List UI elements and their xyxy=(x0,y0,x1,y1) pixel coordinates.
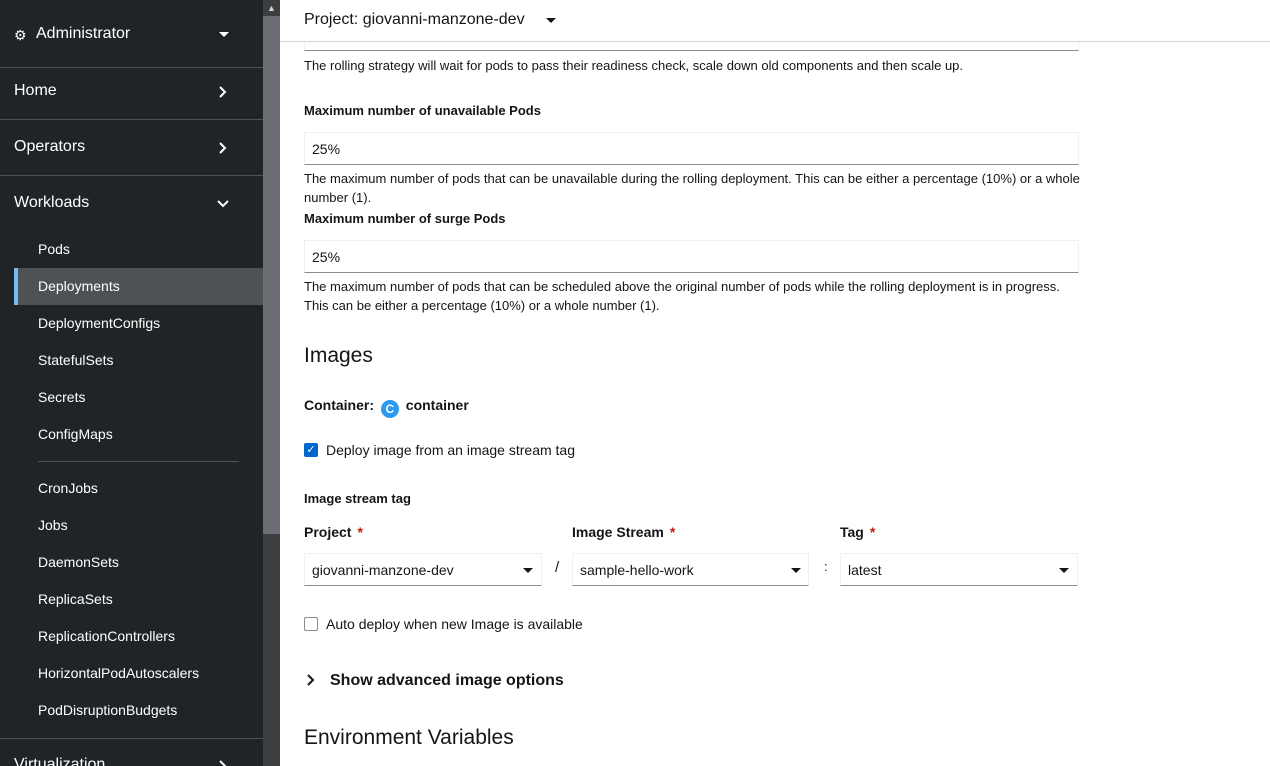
sidebar-item-label: HorizontalPodAutoscalers xyxy=(38,665,200,681)
project-bar: Project: giovanni-manzone-dev xyxy=(280,0,1270,42)
container-badge-icon: C xyxy=(380,400,399,418)
project-selector[interactable]: Project: giovanni-manzone-dev xyxy=(304,11,525,29)
caret-down-icon xyxy=(219,32,229,37)
max-unavailable-label: Maximum number of unavailable Pods xyxy=(304,103,541,118)
sidebar-item-daemonsets[interactable]: DaemonSets xyxy=(14,544,263,581)
tag-select[interactable]: latest xyxy=(840,553,1078,586)
max-surge-label: Maximum number of surge Pods xyxy=(304,211,506,226)
project-select[interactable]: giovanni-manzone-dev xyxy=(304,553,542,586)
tag-separator: : xyxy=(824,559,828,574)
caret-down-icon xyxy=(1059,568,1069,573)
max-surge-input[interactable]: 25% xyxy=(304,240,1079,273)
sidebar-scrollbar[interactable]: ▲ xyxy=(263,0,280,766)
required-marker: * xyxy=(869,524,876,540)
sidebar-nav: ⚙ Administrator Home Operators Workloads… xyxy=(0,0,263,766)
edit-deployment-form: The rolling strategy will wait for pods … xyxy=(280,42,1270,766)
sidebar-item-label: ReplicationControllers xyxy=(38,628,175,644)
sidebar-item-replicationcontrollers[interactable]: ReplicationControllers xyxy=(14,618,263,655)
sidebar-item-label: DeploymentConfigs xyxy=(38,315,161,331)
sidebar-item-label: CronJobs xyxy=(38,480,98,496)
required-marker: * xyxy=(669,524,676,540)
tag-label-text: Tag xyxy=(840,524,864,540)
auto-deploy-label[interactable]: Auto deploy when new Image is available xyxy=(326,616,583,632)
nav-section-label: Virtualization xyxy=(14,756,106,766)
rolling-strategy-help: The rolling strategy will wait for pods … xyxy=(304,58,964,73)
nav-section-label: Operators xyxy=(14,138,86,155)
nav-divider xyxy=(38,461,239,462)
chevron-down-icon xyxy=(217,200,229,208)
sidebar-item-deployments[interactable]: Deployments xyxy=(14,268,263,305)
image-stream-tag-label: Image stream tag xyxy=(304,491,411,506)
chevron-right-icon xyxy=(307,674,315,686)
image-stream-select[interactable]: sample-hello-work xyxy=(572,553,809,586)
tag-field-label: Tag * xyxy=(840,524,875,540)
sidebar-item-label: StatefulSets xyxy=(38,352,114,368)
sidebar-item-horizontalpodautoscalers[interactable]: HorizontalPodAutoscalers xyxy=(14,655,263,692)
chevron-right-icon xyxy=(219,86,227,98)
path-separator: / xyxy=(555,559,560,576)
nav-section-home[interactable]: Home xyxy=(0,64,263,120)
image-stream-select-value: sample-hello-work xyxy=(580,562,694,578)
sidebar-item-label: Secrets xyxy=(38,389,86,405)
tag-select-value: latest xyxy=(848,562,882,578)
sidebar-item-replicasets[interactable]: ReplicaSets xyxy=(14,581,263,618)
sidebar-item-label: DaemonSets xyxy=(38,554,119,570)
scrollbar-thumb[interactable] xyxy=(263,16,280,534)
max-surge-help: The maximum number of pods that can be s… xyxy=(304,279,1060,313)
deploy-from-stream-checkbox[interactable]: ✓ xyxy=(304,443,318,457)
project-label-text: Project xyxy=(304,524,352,540)
deploy-from-stream-label[interactable]: Deploy image from an image stream tag xyxy=(326,442,575,458)
chevron-right-icon xyxy=(219,142,227,154)
sidebar-item-label: PodDisruptionBudgets xyxy=(38,702,178,718)
sidebar-item-pods[interactable]: Pods xyxy=(14,231,263,268)
project-select-value: giovanni-manzone-dev xyxy=(312,562,454,578)
nav-section-label: Home xyxy=(14,82,57,99)
max-unavailable-input[interactable]: 25% xyxy=(304,132,1079,165)
perspective-label: Administrator xyxy=(36,25,131,42)
sidebar-item-label: ReplicaSets xyxy=(38,591,113,607)
nav-section-operators[interactable]: Operators xyxy=(0,120,263,176)
images-section-title: Images xyxy=(304,344,373,367)
advanced-image-options-label: Show advanced image options xyxy=(330,672,564,689)
nav-section-workloads[interactable]: Workloads xyxy=(0,176,263,232)
image-stream-field-label: Image Stream * xyxy=(572,524,675,540)
sidebar-item-poddisruptionbudgets[interactable]: PodDisruptionBudgets xyxy=(14,692,263,729)
caret-down-icon xyxy=(791,568,801,573)
caret-down-icon xyxy=(523,568,533,573)
image-stream-label-text: Image Stream xyxy=(572,524,664,540)
container-heading: Container: C container xyxy=(304,397,469,418)
nav-section-label: Workloads xyxy=(14,194,90,211)
sidebar-item-cronjobs[interactable]: CronJobs xyxy=(14,470,263,507)
nav-section-virtualization[interactable]: Virtualization xyxy=(0,738,263,766)
required-marker: * xyxy=(357,524,363,540)
chevron-right-icon xyxy=(219,760,227,766)
perspective-switcher[interactable]: ⚙ Administrator xyxy=(0,0,263,68)
container-label: Container: xyxy=(304,397,374,413)
caret-down-icon[interactable] xyxy=(546,18,556,23)
advanced-image-options-toggle[interactable]: Show advanced image options xyxy=(304,670,604,692)
sidebar-item-deploymentconfigs[interactable]: DeploymentConfigs xyxy=(14,305,263,342)
environment-variables-title: Environment Variables xyxy=(304,726,514,749)
cogs-icon: ⚙ xyxy=(14,27,27,43)
strategy-type-select[interactable] xyxy=(304,42,1079,51)
scroll-up-arrow-icon[interactable]: ▲ xyxy=(263,0,280,16)
project-field-label: Project * xyxy=(304,524,363,540)
container-name: container xyxy=(405,397,469,413)
sidebar-item-label: Deployments xyxy=(38,278,120,294)
sidebar-item-secrets[interactable]: Secrets xyxy=(14,379,263,416)
sidebar-item-label: Jobs xyxy=(38,517,68,533)
sidebar-item-label: ConfigMaps xyxy=(38,426,113,442)
sidebar-item-statefulsets[interactable]: StatefulSets xyxy=(14,342,263,379)
sidebar-item-label: Pods xyxy=(38,241,70,257)
sidebar-item-configmaps[interactable]: ConfigMaps xyxy=(14,416,263,453)
auto-deploy-checkbox[interactable] xyxy=(304,617,318,631)
max-unavailable-help: The maximum number of pods that can be u… xyxy=(304,171,1080,205)
sidebar-item-jobs[interactable]: Jobs xyxy=(14,507,263,544)
